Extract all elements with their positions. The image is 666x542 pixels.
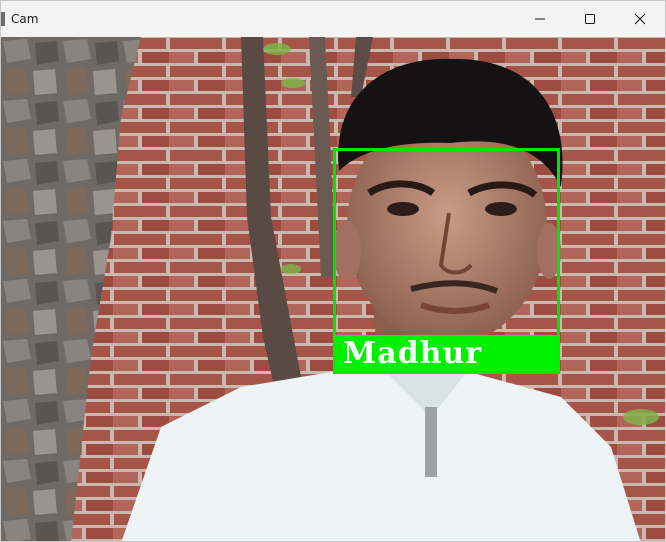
close-icon: [634, 13, 646, 25]
face-name-label: Madhur: [343, 335, 483, 371]
minimize-icon: [535, 18, 545, 20]
close-button[interactable]: [615, 1, 665, 37]
app-window: Cam Madhur: [0, 0, 666, 542]
minimize-button[interactable]: [515, 1, 565, 37]
maximize-icon: [585, 14, 595, 24]
window-title: Cam: [11, 12, 39, 26]
camera-feed: Madhur: [1, 37, 665, 541]
face-name-label-bar: Madhur: [333, 335, 560, 371]
maximize-button[interactable]: [565, 1, 615, 37]
window-controls: [515, 1, 665, 37]
title-bar[interactable]: Cam: [1, 1, 665, 37]
app-icon: [1, 12, 5, 26]
